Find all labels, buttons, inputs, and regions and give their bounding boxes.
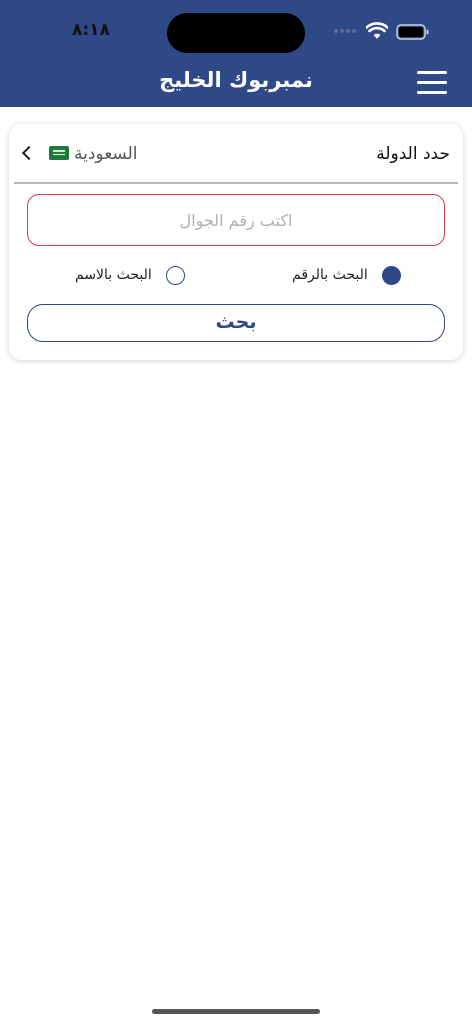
radio-unselected-icon bbox=[165, 265, 185, 285]
home-indicator bbox=[152, 1009, 320, 1014]
radio-selected-icon bbox=[381, 265, 401, 285]
country-selector[interactable]: حدد الدولة السعودية bbox=[9, 124, 463, 182]
divider bbox=[14, 182, 458, 184]
status-time: ٨:١٨ bbox=[72, 20, 110, 40]
signal-icon bbox=[334, 29, 356, 33]
wifi-icon bbox=[366, 22, 388, 39]
radio-by-name-label: البحث بالاسم bbox=[75, 267, 152, 283]
menu-icon[interactable] bbox=[417, 71, 447, 95]
search-card: حدد الدولة السعودية البحث بالرقم البحث ب… bbox=[9, 124, 463, 360]
country-value: السعودية bbox=[74, 144, 138, 164]
dynamic-island bbox=[167, 13, 305, 53]
radio-search-by-name[interactable]: البحث بالاسم bbox=[75, 264, 185, 286]
app-header: ٨:١٨ نمبربوك الخليج bbox=[0, 0, 472, 107]
chevron-left-icon bbox=[21, 145, 37, 161]
battery-icon bbox=[396, 24, 429, 40]
page-title: نمبربوك الخليج bbox=[159, 68, 313, 92]
country-label: حدد الدولة bbox=[376, 144, 450, 164]
saudi-flag-icon bbox=[49, 146, 69, 160]
phone-number-input[interactable] bbox=[27, 194, 445, 246]
radio-by-number-label: البحث بالرقم bbox=[292, 267, 368, 283]
search-button[interactable]: بحث bbox=[27, 304, 445, 342]
radio-search-by-number[interactable]: البحث بالرقم bbox=[292, 264, 401, 286]
